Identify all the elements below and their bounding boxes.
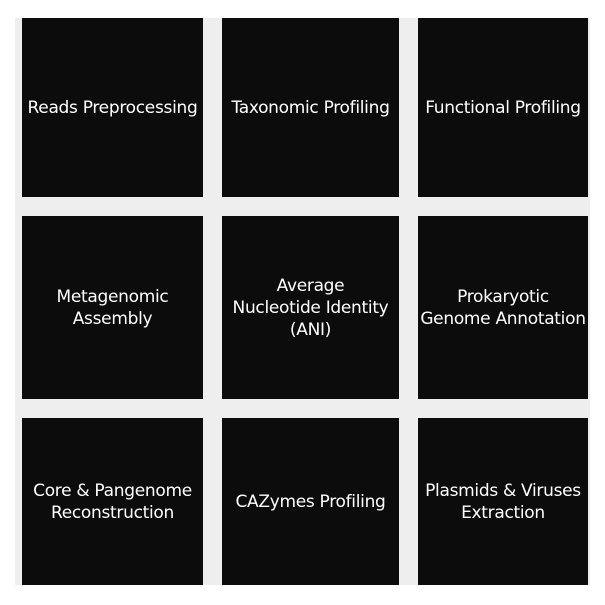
tile-reads-preprocessing[interactable]: Reads Preprocessing xyxy=(22,18,203,197)
tile-label: Plasmids & Viruses Extraction xyxy=(425,480,581,523)
tile-label: Average Nucleotide Identity (ANI) xyxy=(232,275,389,340)
tile-label: Core & Pangenome Reconstruction xyxy=(33,480,192,523)
tile-prokaryotic-genome-annotation[interactable]: Prokaryotic Genome Annotation xyxy=(418,216,588,399)
tile-average-nucleotide-identity[interactable]: Average Nucleotide Identity (ANI) xyxy=(222,216,399,399)
tile-metagenomic-assembly[interactable]: Metagenomic Assembly xyxy=(22,216,203,399)
tile-label: CAZymes Profiling xyxy=(235,491,386,512)
tile-taxonomic-profiling[interactable]: Taxonomic Profiling xyxy=(222,18,399,197)
tile-cazymes-profiling[interactable]: CAZymes Profiling xyxy=(222,418,399,585)
tile-label: Taxonomic Profiling xyxy=(231,97,390,118)
tile-label: Reads Preprocessing xyxy=(27,97,198,118)
tile-label: Functional Profiling xyxy=(425,97,581,118)
tile-functional-profiling[interactable]: Functional Profiling xyxy=(418,18,588,197)
tile-core-pangenome-reconstruction[interactable]: Core & Pangenome Reconstruction xyxy=(22,418,203,585)
tile-label: Metagenomic Assembly xyxy=(56,286,169,329)
tile-label: Prokaryotic Genome Annotation xyxy=(420,286,586,329)
tile-plasmids-viruses-extraction[interactable]: Plasmids & Viruses Extraction xyxy=(418,418,588,585)
